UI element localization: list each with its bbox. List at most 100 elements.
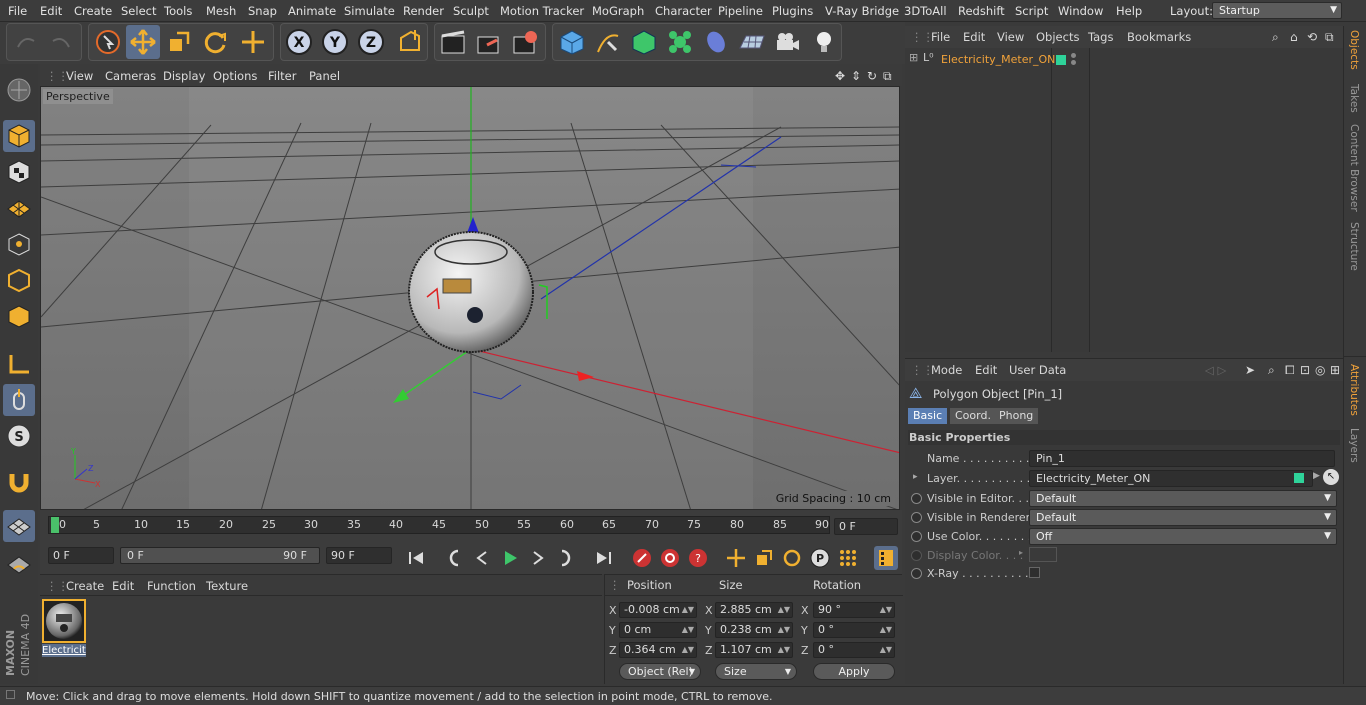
play-icon[interactable]	[498, 546, 522, 570]
tab-basic[interactable]: Basic	[908, 408, 948, 424]
menu-simulate[interactable]: Simulate	[344, 4, 395, 18]
viewport-menu-options[interactable]: Options	[213, 69, 257, 83]
magnet-icon[interactable]	[3, 466, 35, 498]
timeline-window-icon[interactable]	[874, 546, 898, 570]
size-y-field[interactable]: 0.238 cm ▲▼	[715, 622, 793, 638]
menu-create[interactable]: Create	[74, 4, 112, 18]
menu-redshift[interactable]: Redshift	[958, 4, 1005, 18]
current-frame-field[interactable]: 0 F	[834, 518, 898, 535]
frame-range-slider[interactable]: 0 F 90 F	[120, 547, 320, 564]
visibility-editor-dot[interactable]	[1071, 53, 1076, 58]
render-view-icon[interactable]	[436, 25, 470, 59]
key-scale-icon[interactable]	[752, 546, 776, 570]
tab-phong[interactable]: Phong	[994, 408, 1039, 424]
side-tab-attributes[interactable]: Attributes	[1348, 364, 1360, 416]
previous-frame-icon[interactable]	[470, 546, 494, 570]
layer-color-swatch[interactable]	[1056, 55, 1066, 65]
menu-plugins[interactable]: Plugins	[772, 4, 813, 18]
floor-icon[interactable]	[735, 25, 769, 59]
make-editable-icon[interactable]	[3, 74, 35, 106]
render-picture-viewer-icon[interactable]	[472, 25, 506, 59]
animate-radio[interactable]	[911, 493, 922, 504]
coordinate-mode-select[interactable]: Object (Rel) ▼	[619, 663, 701, 680]
menu-tools[interactable]: Tools	[164, 4, 192, 18]
menu-edit[interactable]: Edit	[40, 4, 62, 18]
material-menu-edit[interactable]: Edit	[112, 579, 134, 593]
subdivision-surface-icon[interactable]	[627, 25, 661, 59]
deformer-icon[interactable]	[699, 25, 733, 59]
attr-menu-user-data[interactable]: User Data	[1009, 363, 1066, 377]
back-arrow-icon[interactable]: ◁ ▷	[1205, 363, 1226, 377]
visibility-render-dot[interactable]	[1071, 60, 1076, 65]
perspective-viewport[interactable]: Y Z X Perspective Grid Spacing : 10 cm	[40, 86, 900, 510]
rotation-p-field[interactable]: 0 ° ▲▼	[813, 622, 895, 638]
timeline[interactable]: 0 5 10 15 20 25 30 35 40 45 50 55 60 65 …	[40, 510, 902, 542]
viewport-zoom-icon[interactable]: ⇕	[851, 69, 861, 83]
move-tool-icon[interactable]	[126, 25, 160, 59]
menu-help[interactable]: Help	[1116, 4, 1142, 18]
previous-key-icon[interactable]	[442, 546, 466, 570]
animate-radio[interactable]	[911, 568, 922, 579]
panel-expand-icon[interactable]: ⧉	[1325, 30, 1334, 45]
viewport-rotate-icon[interactable]: ↻	[867, 69, 877, 83]
attr-menu-edit[interactable]: Edit	[975, 363, 997, 377]
menu-animate[interactable]: Animate	[288, 4, 336, 18]
viewport-menu-cameras[interactable]: Cameras	[105, 69, 156, 83]
position-z-field[interactable]: 0.364 cm ▲▼	[619, 642, 697, 658]
key-position-icon[interactable]	[724, 546, 748, 570]
key-pla-icon[interactable]	[836, 546, 860, 570]
spinner-icon[interactable]: ▲▼	[880, 603, 892, 617]
side-tab-takes[interactable]: Takes	[1348, 84, 1360, 113]
viewport-menu-display[interactable]: Display	[163, 69, 205, 83]
rotate-tool-icon[interactable]	[198, 25, 232, 59]
y-axis-lock-icon[interactable]: Y	[318, 25, 352, 59]
chevron-right-icon[interactable]: ▶	[1313, 471, 1320, 481]
rotation-h-field[interactable]: 90 ° ▲▼	[813, 602, 895, 618]
back-arrow-icon[interactable]: ⟲	[1307, 30, 1317, 44]
start-frame-field[interactable]: 0 F	[48, 547, 114, 564]
auto-keying-icon[interactable]	[658, 546, 682, 570]
transform-tool-icon[interactable]	[236, 25, 270, 59]
menu-vray-bridge[interactable]: V-Ray Bridge	[825, 4, 899, 18]
menu-snap[interactable]: Snap	[248, 4, 277, 18]
key-rotation-icon[interactable]	[780, 546, 804, 570]
viewport-menu-view[interactable]: View	[66, 69, 93, 83]
side-tab-objects[interactable]: Objects	[1348, 30, 1360, 70]
side-tab-content-browser[interactable]: Content Browser	[1348, 124, 1360, 212]
menu-window[interactable]: Window	[1058, 4, 1103, 18]
next-frame-icon[interactable]	[526, 546, 550, 570]
go-to-end-icon[interactable]	[592, 546, 616, 570]
viewport-menu-panel[interactable]: Panel	[309, 69, 340, 83]
menu-sculpt[interactable]: Sculpt	[453, 4, 489, 18]
spinner-icon[interactable]: ▲▼	[682, 603, 694, 617]
key-parameter-icon[interactable]: P	[808, 546, 832, 570]
next-key-icon[interactable]	[554, 546, 578, 570]
size-mode-select[interactable]: Size ▼	[715, 663, 797, 680]
tab-coord[interactable]: Coord.	[950, 408, 996, 424]
rotation-b-field[interactable]: 0 ° ▲▼	[813, 642, 895, 658]
menu-mograph[interactable]: MoGraph	[592, 4, 644, 18]
grid-lock-icon[interactable]	[3, 510, 35, 542]
visible-renderer-select[interactable]: Default ▼	[1029, 509, 1337, 526]
search-icon[interactable]: ⌕	[1272, 30, 1279, 45]
search-icon[interactable]: ⌕	[1268, 363, 1275, 378]
object-row[interactable]: ⊞ L⁰ Electricity_Meter_ON	[905, 50, 1055, 68]
points-mode-icon[interactable]	[3, 228, 35, 260]
menu-render[interactable]: Render	[403, 4, 444, 18]
settings-icon[interactable]: ◎	[1315, 363, 1325, 377]
animate-radio[interactable]	[911, 512, 922, 523]
coordinate-system-icon[interactable]	[392, 25, 426, 59]
animate-radio[interactable]	[911, 531, 922, 542]
om-menu-tags[interactable]: Tags	[1088, 30, 1113, 44]
x-axis-lock-icon[interactable]: X	[282, 25, 316, 59]
menu-script[interactable]: Script	[1015, 4, 1048, 18]
material-menu-function[interactable]: Function	[147, 579, 196, 593]
menu-pipeline[interactable]: Pipeline	[718, 4, 763, 18]
position-y-field[interactable]: 0 cm ▲▼	[619, 622, 697, 638]
panel-expand-icon[interactable]: ⊞	[1330, 363, 1340, 377]
scale-tool-icon[interactable]	[162, 25, 196, 59]
light-icon[interactable]	[807, 25, 841, 59]
go-to-start-icon[interactable]	[404, 546, 428, 570]
axis-mode-icon[interactable]	[3, 348, 35, 380]
timeline-playhead[interactable]	[51, 517, 59, 533]
